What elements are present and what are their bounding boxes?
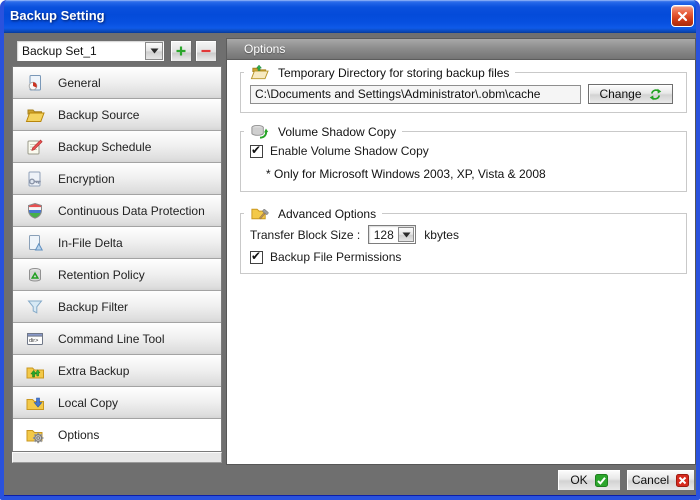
temp-dir-group: Temporary Directory for storing backup f… (240, 63, 687, 113)
sidebar-item-options[interactable]: Options (13, 419, 221, 451)
refresh-icon (649, 88, 662, 101)
close-button[interactable] (671, 5, 694, 27)
change-button[interactable]: Change (588, 84, 673, 104)
backup-file-permissions-label: Backup File Permissions (270, 250, 401, 264)
advanced-options-group: Advanced Options Transfer Block Size : 1… (240, 204, 687, 274)
ok-check-icon (595, 474, 608, 487)
cancel-button[interactable]: Cancel (626, 469, 695, 491)
sidebar-item-continuous-data-protection[interactable]: Continuous Data Protection (13, 195, 221, 227)
panel-title: Options (244, 42, 285, 56)
backup-set-select[interactable]: Backup Set_1 (16, 40, 165, 62)
options-panel: Temporary Directory for storing backup f… (226, 60, 696, 465)
sidebar-item-label: General (58, 76, 101, 90)
gear-icon (33, 433, 43, 443)
sidebar-item-label: Backup Filter (58, 300, 128, 314)
sidebar-item-label: In-File Delta (58, 236, 123, 250)
volume-shadow-copy-group: Volume Shadow Copy Enable Volume Shadow … (240, 122, 687, 192)
sidebar-item-backup-schedule[interactable]: Backup Schedule (13, 131, 221, 163)
backup-set-value: Backup Set_1 (17, 44, 145, 58)
vsc-note: * Only for Microsoft Windows 2003, XP, V… (241, 158, 686, 191)
sidebar-item-retention-policy[interactable]: Retention Policy (13, 259, 221, 291)
remove-backup-set-button[interactable] (195, 40, 217, 62)
shield-icon (25, 201, 45, 221)
in-file-delta-icon (25, 233, 45, 253)
titlebar: Backup Setting (0, 0, 700, 33)
sidebar-item-backup-filter[interactable]: Backup Filter (13, 291, 221, 323)
temp-directory-icon (250, 63, 269, 82)
sidebar-item-extra-backup[interactable]: Extra Backup (13, 355, 221, 387)
backup-source-icon (25, 105, 45, 125)
advanced-options-icon (250, 204, 269, 223)
temp-dir-title: Temporary Directory for storing backup f… (278, 66, 509, 80)
encryption-icon (25, 169, 45, 189)
local-copy-icon (25, 393, 45, 413)
backup-file-permissions-checkbox[interactable] (250, 251, 263, 264)
plus-icon (175, 45, 187, 57)
sidebar-item-label: Retention Policy (58, 268, 145, 282)
sidebar-item-label: Extra Backup (58, 364, 129, 378)
backup-set-dropdown-button[interactable] (145, 42, 163, 60)
panel-header: Options (226, 38, 696, 60)
sidebar-item-label: Command Line Tool (58, 332, 165, 346)
add-backup-set-button[interactable] (170, 40, 192, 62)
chevron-down-icon (402, 232, 411, 238)
cancel-x-icon (676, 474, 689, 487)
temp-dir-path-input[interactable] (250, 85, 581, 104)
sidebar-item-command-line-tool[interactable]: dir> Command Line Tool (13, 323, 221, 355)
sidebar-item-general[interactable]: General (13, 67, 221, 99)
window-title: Backup Setting (10, 8, 105, 23)
sidebar-footer-bar (12, 452, 222, 463)
enable-vsc-label: Enable Volume Shadow Copy (270, 144, 429, 158)
general-icon (25, 73, 45, 93)
sidebar-item-label: Local Copy (58, 396, 118, 410)
volume-shadow-copy-icon (250, 122, 269, 141)
transfer-block-size-select[interactable]: 128 (368, 225, 416, 244)
transfer-block-size-unit: kbytes (424, 228, 459, 242)
sidebar-item-label: Encryption (58, 172, 115, 186)
minus-icon (200, 45, 212, 57)
transfer-block-size-dropdown-button[interactable] (398, 227, 414, 242)
retention-policy-icon (25, 265, 45, 285)
sidebar-item-label: Continuous Data Protection (58, 204, 205, 218)
vsc-title: Volume Shadow Copy (278, 125, 396, 139)
sidebar-item-encryption[interactable]: Encryption (13, 163, 221, 195)
sidebar-item-backup-source[interactable]: Backup Source (13, 99, 221, 131)
sidebar-item-label: Options (58, 428, 99, 442)
enable-vsc-checkbox[interactable] (250, 145, 263, 158)
sidebar-item-label: Backup Source (58, 108, 139, 122)
advanced-title: Advanced Options (278, 207, 376, 221)
options-icon (25, 425, 45, 445)
extra-backup-icon (25, 361, 45, 381)
svg-text:dir>: dir> (29, 338, 38, 344)
sidebar-item-label: Backup Schedule (58, 140, 151, 154)
sidebar-item-in-file-delta[interactable]: In-File Delta (13, 227, 221, 259)
backup-setting-dialog: Backup Setting Backup Set_1 (0, 0, 700, 500)
transfer-block-size-value: 128 (369, 228, 398, 242)
backup-schedule-icon (25, 137, 45, 157)
sidebar: General Backup Source Backup Schedule (12, 66, 222, 452)
close-icon (677, 11, 688, 22)
funnel-icon (25, 297, 45, 317)
ok-button[interactable]: OK (557, 469, 621, 491)
transfer-block-size-label: Transfer Block Size : (250, 228, 360, 242)
chevron-down-icon (150, 48, 159, 54)
sidebar-item-local-copy[interactable]: Local Copy (13, 387, 221, 419)
command-line-icon: dir> (25, 329, 45, 349)
